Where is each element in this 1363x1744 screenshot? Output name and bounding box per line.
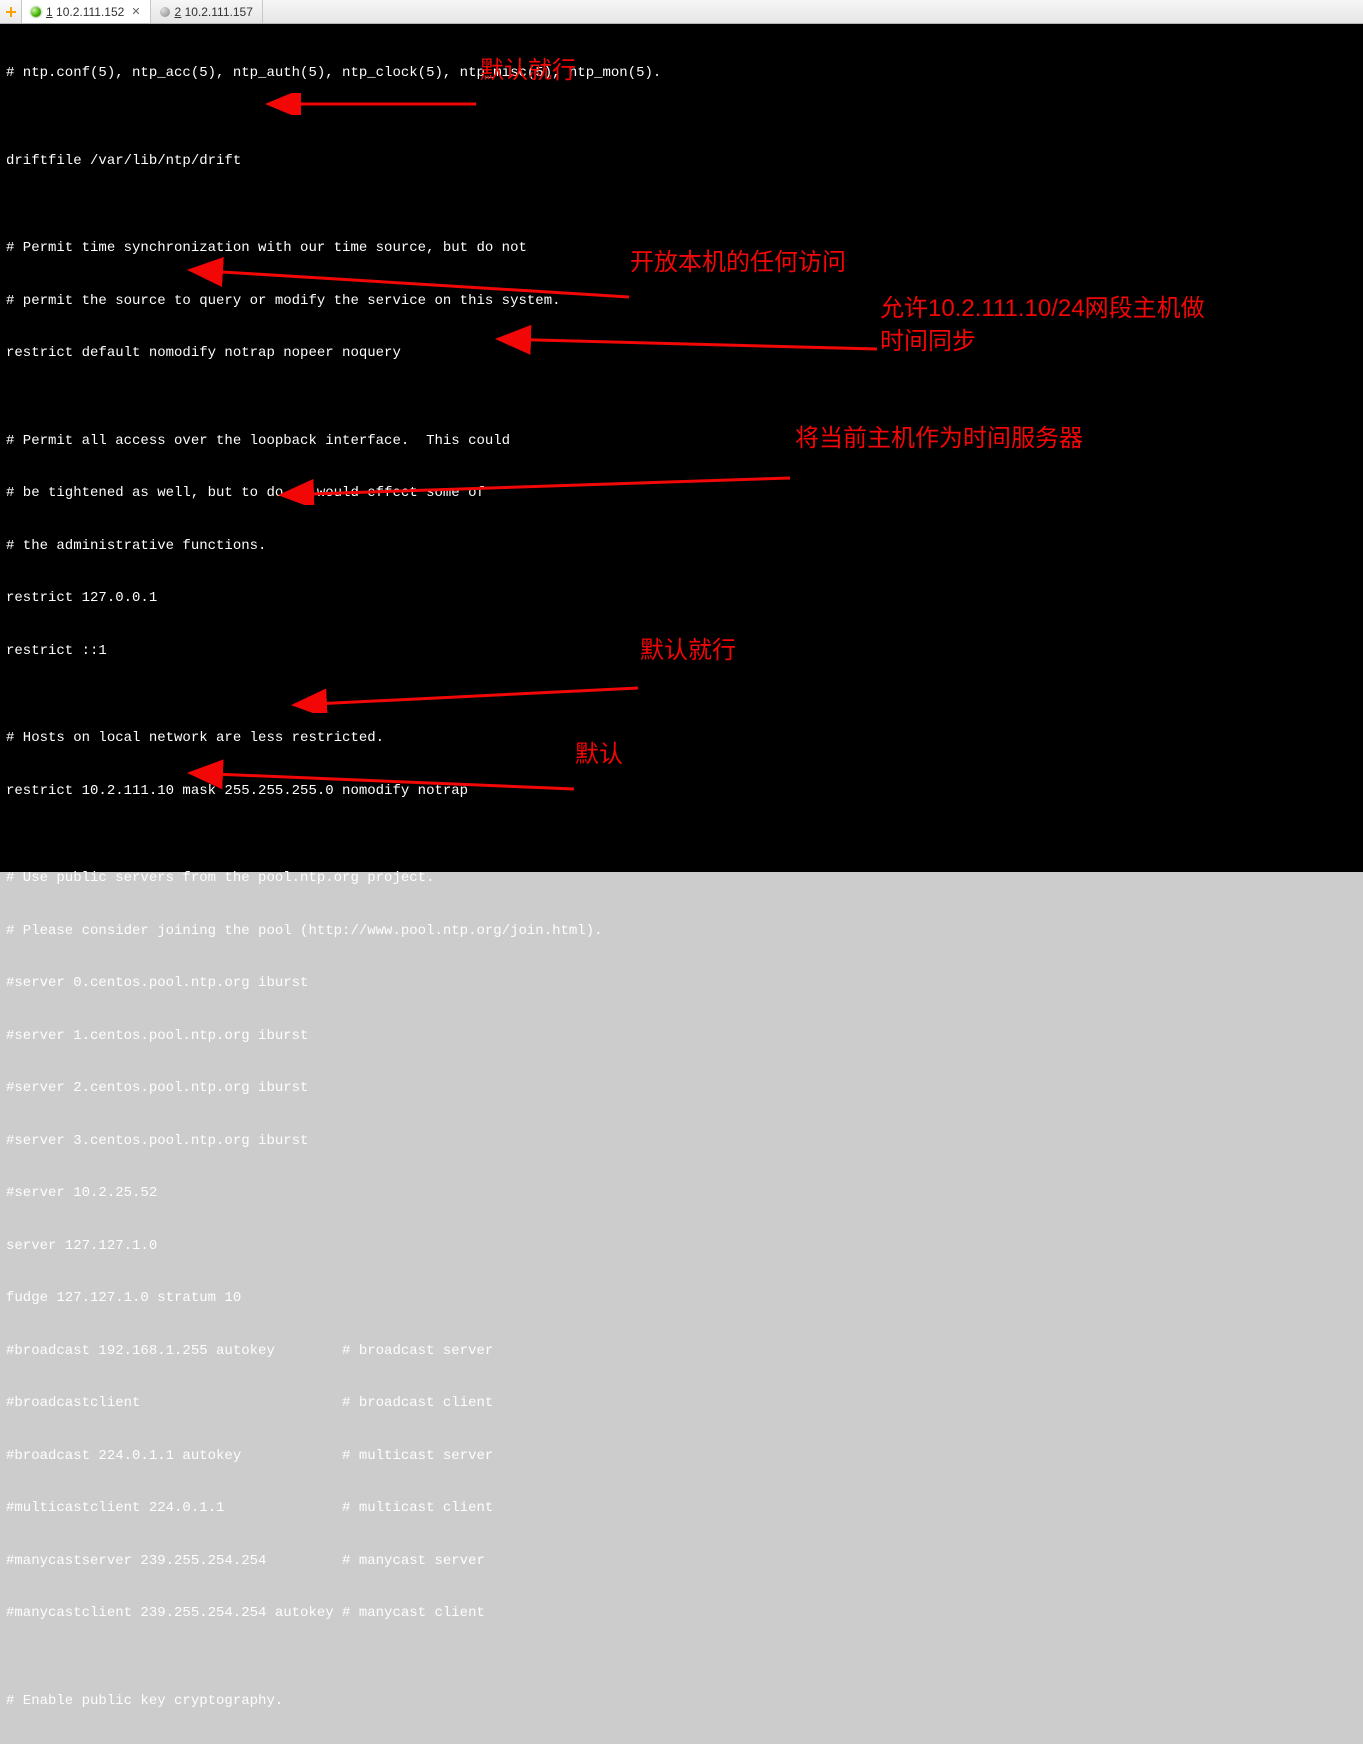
term-line: restrict 127.0.0.1: [6, 590, 1363, 608]
term-line: #server 10.2.25.52: [6, 1185, 1363, 1203]
close-icon[interactable]: ✕: [131, 5, 140, 18]
term-line: #multicastclient 224.0.1.1 # multicast c…: [6, 1500, 1363, 1518]
term-line: #manycastclient 239.255.254.254 autokey …: [6, 1605, 1363, 1623]
status-led-icon: [160, 7, 170, 17]
term-line: server 127.127.1.0: [6, 1238, 1363, 1256]
term-line: driftfile /var/lib/ntp/drift: [6, 153, 1363, 171]
term-line: # Hosts on local network are less restri…: [6, 730, 1363, 748]
tab-number: 1: [46, 5, 53, 19]
plus-icon: [5, 6, 17, 18]
term-line: #server 0.centos.pool.ntp.org iburst: [6, 975, 1363, 993]
term-line: # Permit all access over the loopback in…: [6, 433, 1363, 451]
tab-2[interactable]: 2 10.2.111.157: [151, 0, 263, 23]
tab-number: 2: [175, 5, 182, 19]
term-line: fudge 127.127.1.0 stratum 10: [6, 1290, 1363, 1308]
term-line: # ntp.conf(5), ntp_acc(5), ntp_auth(5), …: [6, 65, 1363, 83]
tab-strip: 1 10.2.111.152 ✕ 2 10.2.111.157: [0, 0, 1363, 24]
term-line: #server 2.centos.pool.ntp.org iburst: [6, 1080, 1363, 1098]
new-tab-button[interactable]: [0, 0, 22, 23]
term-line: # Use public servers from the pool.ntp.o…: [6, 870, 1363, 888]
term-line: #broadcastclient # broadcast client: [6, 1395, 1363, 1413]
annotation-arrow: [184, 215, 634, 341]
term-line: #broadcast 224.0.1.1 autokey # multicast…: [6, 1448, 1363, 1466]
term-line: # the administrative functions.: [6, 538, 1363, 556]
term-line: # be tightened as well, but to do so wou…: [6, 485, 1363, 503]
term-line: # Please consider joining the pool (http…: [6, 923, 1363, 941]
terminal[interactable]: # ntp.conf(5), ntp_acc(5), ntp_auth(5), …: [0, 24, 1363, 872]
term-line: # Enable public key cryptography.: [6, 1693, 1363, 1711]
term-line: restrict default nomodify notrap nopeer …: [6, 345, 1363, 363]
tab-label: 10.2.111.157: [185, 5, 253, 19]
term-line: restrict 10.2.111.10 mask 255.255.255.0 …: [6, 783, 1363, 801]
status-led-icon: [31, 7, 41, 17]
term-line: #manycastserver 239.255.254.254 # manyca…: [6, 1553, 1363, 1571]
term-line: # permit the source to query or modify t…: [6, 293, 1363, 311]
term-line: # Permit time synchronization with our t…: [6, 240, 1363, 258]
tab-1[interactable]: 1 10.2.111.152 ✕: [22, 0, 151, 23]
term-line: #broadcast 192.168.1.255 autokey # broad…: [6, 1343, 1363, 1361]
term-line: restrict ::1: [6, 643, 1363, 661]
term-line: #server 3.centos.pool.ntp.org iburst: [6, 1133, 1363, 1151]
term-line: #server 1.centos.pool.ntp.org iburst: [6, 1028, 1363, 1046]
tab-label: 10.2.111.152: [56, 5, 124, 19]
